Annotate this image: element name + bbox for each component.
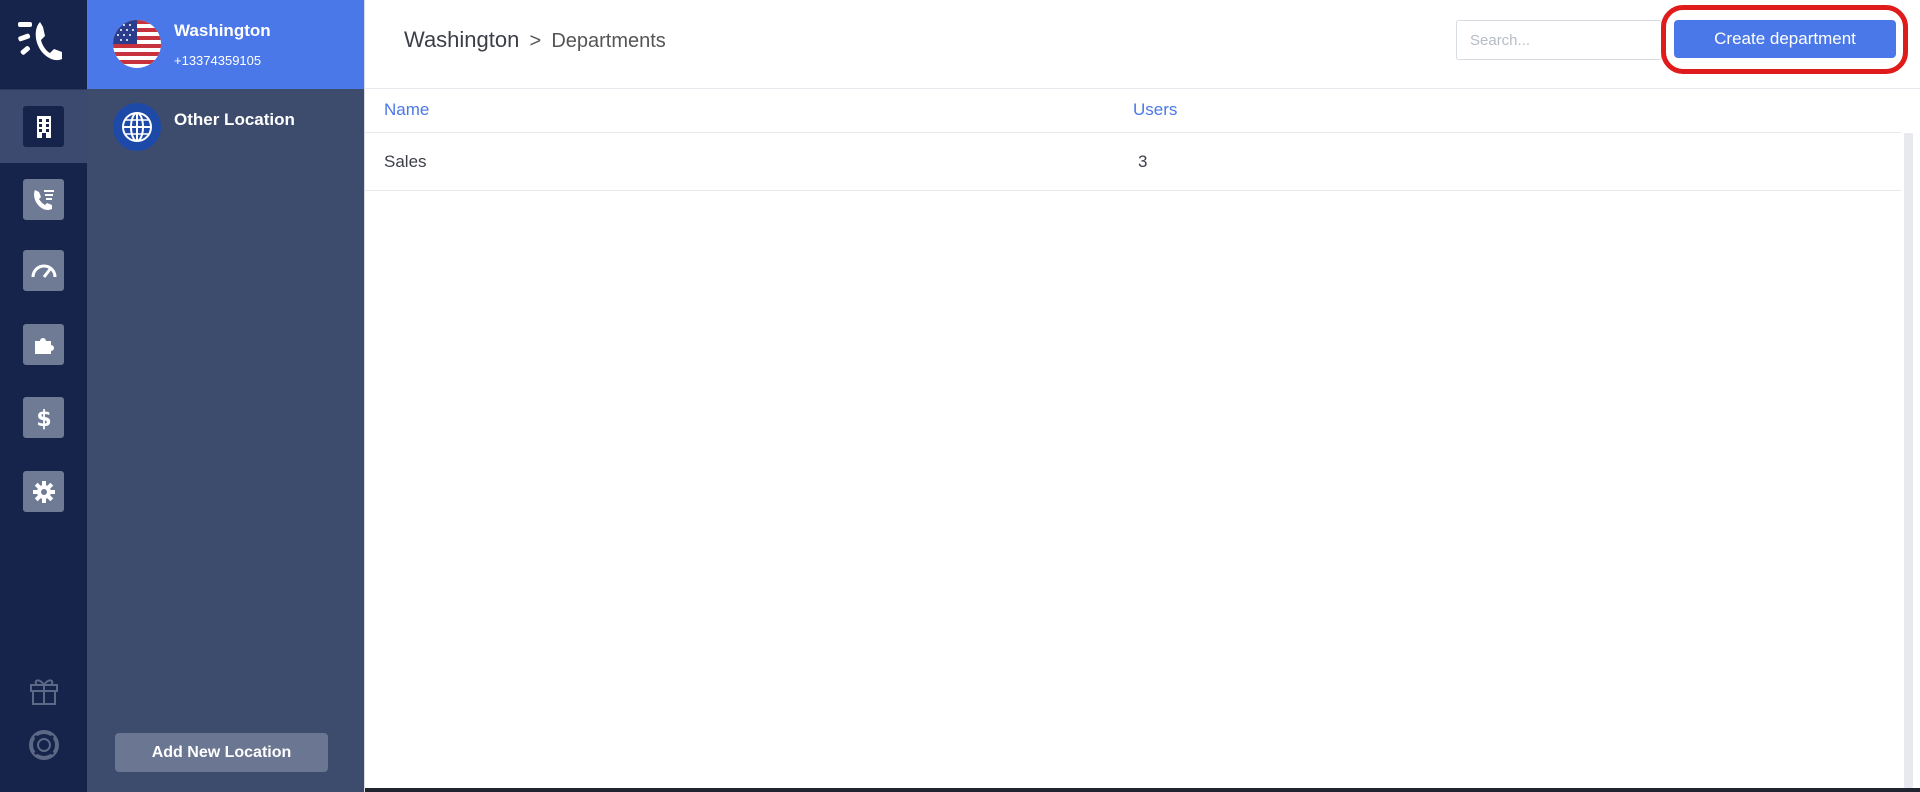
location-item-other[interactable]: Other Location xyxy=(87,89,364,178)
departments-table: Name Users Sales 3 xyxy=(365,89,1901,191)
column-header-users[interactable]: Users xyxy=(1133,100,1177,120)
rail-item-gift[interactable] xyxy=(0,670,87,714)
puzzle-icon xyxy=(23,324,64,365)
icon-rail: $ xyxy=(0,0,87,792)
page-title: Departments xyxy=(551,30,666,52)
globe-icon xyxy=(113,103,161,151)
breadcrumb: Washington > Departments xyxy=(404,27,666,53)
breadcrumb-location[interactable]: Washington xyxy=(404,27,519,52)
svg-text:$: $ xyxy=(36,407,51,432)
location-item-washington[interactable]: Washington +13374359105 xyxy=(87,0,364,89)
rail-item-settings[interactable] xyxy=(0,455,87,528)
location-title: Washington xyxy=(174,21,271,40)
cell-users: 3 xyxy=(1138,152,1148,171)
rail-item-call-flows[interactable] xyxy=(0,163,87,236)
location-title: Other Location xyxy=(174,110,295,129)
table-header-row: Name Users xyxy=(365,89,1901,133)
gift-icon xyxy=(27,673,61,712)
page-header: Washington > Departments Create departme… xyxy=(365,0,1920,89)
rail-item-billing[interactable]: $ xyxy=(0,381,87,454)
add-new-location-button[interactable]: Add New Location xyxy=(115,733,328,772)
app-logo-icon[interactable] xyxy=(16,18,68,64)
main-content: Washington > Departments Create departme… xyxy=(364,0,1920,792)
column-header-name[interactable]: Name xyxy=(384,100,429,120)
rail-item-locations[interactable] xyxy=(0,90,87,163)
speedometer-icon xyxy=(23,250,64,291)
building-icon xyxy=(23,106,64,147)
rail-item-dashboard[interactable] xyxy=(0,234,87,307)
lifebuoy-icon xyxy=(27,728,61,767)
location-phone: +13374359105 xyxy=(174,53,262,68)
bottom-border xyxy=(365,788,1920,792)
create-department-button[interactable]: Create department xyxy=(1674,20,1896,58)
breadcrumb-separator: > xyxy=(529,30,542,52)
us-flag-icon xyxy=(113,20,161,68)
rail-item-support[interactable] xyxy=(0,725,87,769)
phone-list-icon xyxy=(23,179,64,220)
table-row[interactable]: Sales 3 xyxy=(365,133,1901,191)
gear-icon xyxy=(23,471,64,512)
vertical-scrollbar[interactable] xyxy=(1904,133,1913,788)
location-panel: Washington +13374359105 Other Location A… xyxy=(87,0,364,792)
rail-item-integrations[interactable] xyxy=(0,308,87,381)
dollar-icon: $ xyxy=(23,397,64,438)
cell-name: Sales xyxy=(384,152,427,171)
search-input[interactable] xyxy=(1456,20,1662,60)
